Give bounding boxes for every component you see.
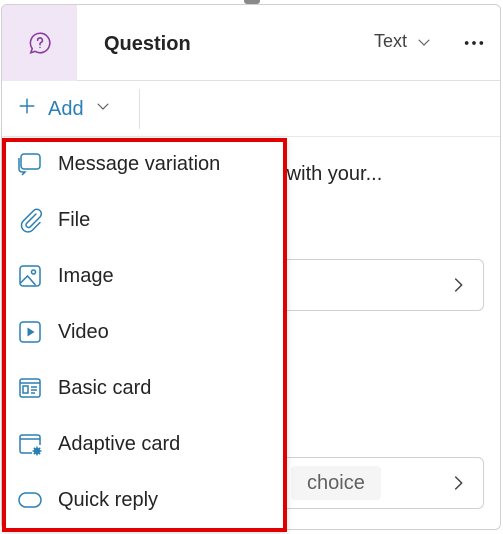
menu-item-label: Basic card	[58, 376, 152, 399]
menu-item-label: File	[58, 208, 91, 231]
menu-item-file[interactable]: File	[16, 200, 90, 240]
add-menu: Message variation File Image Video Basic…	[2, 138, 287, 532]
add-button[interactable]: Add	[16, 93, 112, 125]
toolbar-divider	[139, 89, 140, 129]
node-toolbar: Add	[2, 81, 500, 137]
chevron-down-icon	[96, 103, 109, 110]
response-type-value: Text	[374, 31, 408, 51]
question-badge	[2, 5, 77, 81]
menu-item-video[interactable]: Video	[16, 312, 109, 352]
question-icon	[28, 32, 51, 55]
menu-item-label: Quick reply	[58, 488, 159, 511]
identify-field[interactable]	[270, 259, 484, 311]
menu-item-message-variation[interactable]: Message variation	[16, 144, 220, 184]
response-type-select[interactable]: Text	[374, 31, 433, 52]
menu-item-adaptive-card[interactable]: Adaptive card	[16, 424, 180, 464]
chevron-right-icon	[454, 278, 463, 292]
node-header: Question Text	[2, 5, 500, 81]
adaptive-card-icon	[19, 434, 42, 456]
more-horizontal-icon	[464, 41, 484, 45]
menu-item-label: Message variation	[58, 152, 221, 175]
message-variation-icon	[18, 153, 41, 176]
menu-item-image[interactable]: Image	[16, 256, 114, 296]
menu-item-basic-card[interactable]: Basic card	[16, 368, 151, 408]
menu-item-label: Image	[58, 264, 114, 287]
plus-icon	[19, 98, 35, 114]
choice-chip: choice	[291, 466, 381, 500]
menu-item-quick-reply[interactable]: Quick reply	[16, 480, 158, 520]
chevron-right-icon	[454, 476, 463, 490]
node-title: Question	[104, 33, 191, 55]
menu-item-label: Adaptive card	[58, 432, 181, 455]
options-field[interactable]: choice	[270, 457, 484, 509]
quick-reply-icon	[18, 492, 42, 508]
video-icon	[19, 321, 41, 343]
paperclip-icon	[20, 208, 43, 233]
add-button-label: Add	[48, 97, 84, 120]
basic-card-icon	[19, 378, 41, 398]
image-icon	[19, 265, 41, 287]
chevron-down-icon	[418, 38, 430, 46]
menu-item-label: Video	[58, 320, 109, 343]
more-options-button[interactable]	[460, 29, 488, 57]
